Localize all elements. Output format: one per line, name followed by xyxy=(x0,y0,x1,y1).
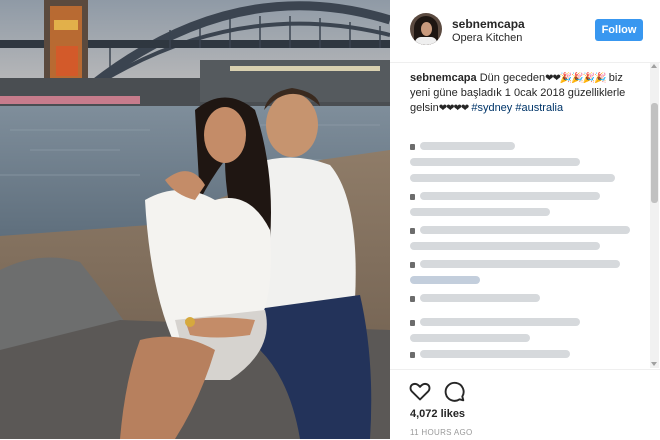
blurred-comment-line xyxy=(420,294,540,302)
comment-marker xyxy=(410,228,415,234)
blurred-comment-line xyxy=(420,192,600,200)
post-photo[interactable] xyxy=(0,0,390,439)
blurred-comment-line xyxy=(410,158,580,166)
avatar[interactable] xyxy=(410,13,442,45)
comment-marker xyxy=(410,194,415,200)
post-timestamp[interactable]: 11 HOURS AGO xyxy=(410,428,473,437)
photo-illustration xyxy=(0,0,390,439)
blurred-comment-line xyxy=(410,334,530,342)
post-side-panel: sebnemcapa Opera Kitchen Follow sebnemca… xyxy=(390,0,660,439)
scroll-up-arrow-icon[interactable] xyxy=(651,64,657,68)
comment-marker xyxy=(410,144,415,150)
hashtag-australia[interactable]: #australia xyxy=(515,102,563,114)
caption-username[interactable]: sebnemcapa xyxy=(410,72,477,84)
avatar-face xyxy=(421,22,432,36)
post-actions: 4,072 likes 11 HOURS AGO xyxy=(390,369,660,440)
comments-scrollbar[interactable] xyxy=(650,63,659,368)
blurred-comment-line xyxy=(410,242,600,250)
blurred-comment-line xyxy=(410,276,480,284)
hashtag-sydney[interactable]: #sydney xyxy=(471,102,512,114)
blurred-comment-line xyxy=(420,260,620,268)
scroll-down-arrow-icon[interactable] xyxy=(651,362,657,366)
post-header: sebnemcapa Opera Kitchen Follow xyxy=(390,0,660,63)
blurred-comment-line xyxy=(410,174,615,182)
location-link[interactable]: Opera Kitchen xyxy=(452,32,522,44)
avatar-body xyxy=(415,37,437,45)
blurred-comment-line xyxy=(420,350,570,358)
blurred-comments xyxy=(408,136,640,363)
comment-marker xyxy=(410,262,415,268)
heart-outline-icon xyxy=(409,382,431,401)
post-caption: sebnemcapa Dün geceden❤❤🎉🎉🎉🎉 biz yeni gü… xyxy=(410,71,640,116)
comment-marker xyxy=(410,296,415,302)
comment-button[interactable] xyxy=(442,379,466,403)
comment-marker xyxy=(410,320,415,326)
comment-marker xyxy=(410,352,415,358)
like-button[interactable] xyxy=(408,379,432,403)
follow-button[interactable]: Follow xyxy=(595,19,643,41)
likes-count[interactable]: 4,072 likes xyxy=(410,408,465,420)
speech-bubble-icon xyxy=(444,381,465,402)
blurred-comment-line xyxy=(410,208,550,216)
username-link[interactable]: sebnemcapa xyxy=(452,17,525,31)
comments-area: sebnemcapa Dün geceden❤❤🎉🎉🎉🎉 biz yeni gü… xyxy=(390,63,648,363)
caption-text-1: Dün geceden xyxy=(479,72,546,84)
blurred-comment-line xyxy=(420,142,515,150)
blurred-comment-line xyxy=(420,226,630,234)
caption-emoji-2: ❤❤❤❤ xyxy=(438,103,469,114)
instagram-post: sebnemcapa Opera Kitchen Follow sebnemca… xyxy=(0,0,660,439)
scroll-thumb[interactable] xyxy=(651,103,658,203)
blurred-comment-line xyxy=(420,318,580,326)
caption-emoji-1: ❤❤🎉🎉🎉🎉 xyxy=(545,73,607,84)
